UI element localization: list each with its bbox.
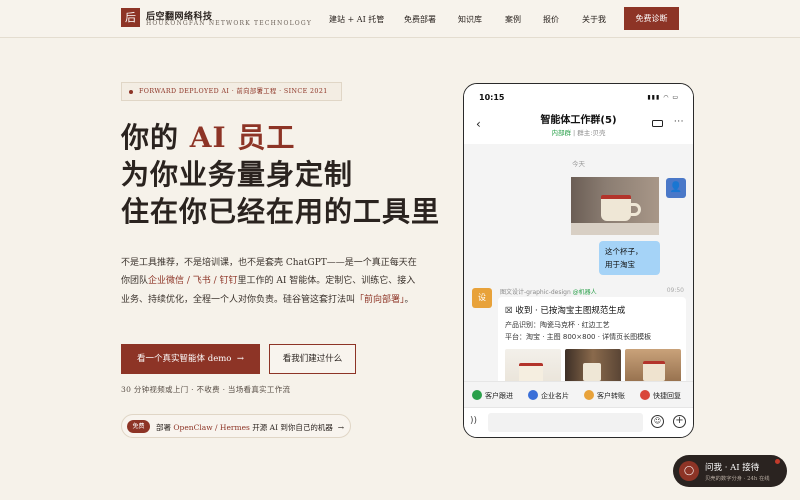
transfer-icon (584, 390, 594, 400)
chat-bubble-icon: ◯ (679, 461, 699, 481)
message-line: 用于淘宝 (605, 260, 635, 269)
free-tag: 免费 (127, 420, 150, 433)
user-avatar[interactable]: 👤 (666, 178, 686, 198)
pill-post: 开源 AI 到你自己的机器 (249, 423, 333, 432)
hero-description: 不是工具推荐，不是培训课，也不是套壳 ChatGPT——是一个真正每天在你团队企… (121, 254, 421, 309)
ai-chat-widget[interactable]: ◯ 问我 · AI 接待 贝壳的数字分身 · 24h 在线 (673, 455, 787, 487)
portfolio-button[interactable]: 看我们建过什么 (269, 344, 356, 374)
widget-title: 问我 · AI 接待 (705, 463, 760, 473)
quick-action-follow-up[interactable]: 客户跟进 (472, 390, 513, 401)
message-line: 这个杯子， (605, 247, 643, 256)
mug-illustration (583, 363, 601, 381)
more-icon[interactable]: ··· (674, 117, 684, 127)
mug-illustration (519, 363, 543, 383)
message-input[interactable] (488, 413, 643, 432)
video-call-icon[interactable] (652, 120, 663, 127)
status-icons: ▮▮▮ ◠ ▭ (647, 94, 679, 101)
hero-title-line1: 你的 AI 员工 (121, 120, 295, 156)
bot-reply-card: ☒ 收到 · 已按淘宝主图规范生成 产品识别：陶瓷马克杯 · 红边工艺 平台：淘… (498, 297, 686, 387)
brand-name-en: HOUKONGFAN NETWORK TECHNOLOGY (146, 20, 312, 27)
quick-reply-icon (640, 390, 650, 400)
status-time: 10:15 (479, 93, 505, 102)
chat-subtitle: 内部群 | 群主:贝壳 (464, 127, 693, 137)
notification-dot-icon (775, 459, 780, 464)
hero-title-line2: 为你业务量身定制 (121, 158, 354, 191)
badge-text: FORWARD DEPLOYED AI · 前向部署工程 · SINCE 202… (139, 88, 328, 95)
desc-highlight-tools: 企业微信 / 飞书 / 钉钉 (148, 276, 238, 287)
quick-action-transfer[interactable]: 客户转账 (584, 390, 625, 401)
nav-item-site-ai[interactable]: 建站 + AI 托管 (329, 14, 384, 25)
card-line-platform: 平台：淘宝 · 主图 800×800 · 详情页长图模板 (505, 333, 652, 341)
quick-action-business-card[interactable]: 企业名片 (528, 390, 569, 401)
bot-message-time: 09:50 (666, 287, 684, 294)
pill-text: 部署 OpenClaw / Hermes 开源 AI 到你自己的机器 → (156, 422, 344, 433)
quick-action-bar: 客户跟进 企业名片 客户转账 快捷回复 (464, 381, 693, 407)
business-card-icon (528, 390, 538, 400)
demo-button-label: 看一个真实智能体 demo (137, 354, 232, 364)
title-pre: 你的 (121, 121, 190, 154)
card-title: ☒ 收到 · 已按淘宝主图规范生成 (505, 306, 626, 316)
nav-item-free-deploy[interactable]: 免费部署 (404, 14, 436, 25)
bot-name-text: 图文设计-graphic-design (500, 289, 571, 296)
card-line-product: 产品识别：陶瓷马克杯 · 红边工艺 (505, 321, 610, 329)
chat-input-bar: )) ☺ + (464, 407, 693, 437)
mug-photo[interactable] (571, 177, 659, 235)
quick-action-label: 客户跟进 (485, 392, 513, 400)
chat-header: 10:15 ▮▮▮ ◠ ▭ ‹ 智能体工作群(5) 内部群 | 群主:贝壳 ··… (464, 84, 693, 144)
internal-group-label: 内部群 (551, 129, 571, 137)
pill-pre: 部署 (156, 423, 174, 432)
hero-badge: FORWARD DEPLOYED AI · 前向部署工程 · SINCE 202… (121, 82, 342, 101)
logo-icon[interactable]: 后 (121, 8, 140, 27)
bot-name: 图文设计-graphic-design @机器人 (500, 287, 597, 296)
title-accent: AI 员工 (189, 121, 296, 154)
widget-subtitle: 贝壳的数字分身 · 24h 在线 (705, 476, 770, 482)
desc-part: 。 (404, 294, 414, 305)
voice-icon[interactable]: )) (470, 416, 477, 426)
demo-button[interactable]: 看一个真实智能体 demo → (121, 344, 260, 374)
mug-handle (631, 203, 641, 216)
user-message-bubble: 这个杯子， 用于淘宝 (599, 241, 660, 275)
hero-title-line3: 住在你已经在用的工具里 (121, 195, 441, 228)
arrow-right-icon: → (337, 423, 345, 432)
emoji-icon[interactable]: ☺ (651, 415, 664, 428)
bot-tag: @机器人 (570, 289, 597, 296)
free-diagnosis-button[interactable]: 免费诊断 (624, 7, 679, 30)
date-divider: 今天 (572, 160, 585, 168)
follow-up-icon (472, 390, 482, 400)
plus-icon[interactable]: + (673, 415, 686, 428)
mug-illustration (643, 361, 665, 381)
site-header: 后 后空翻网络科技 HOUKONGFAN NETWORK TECHNOLOGY … (0, 0, 800, 38)
arrow-right-icon: → (236, 354, 244, 364)
table-surface (571, 223, 659, 235)
consult-note: 30 分钟视频或上门 · 不收费 · 当场看真实工作流 (121, 385, 291, 394)
nav-item-cases[interactable]: 案例 (505, 14, 521, 25)
quick-action-label: 企业名片 (541, 392, 569, 400)
phone-mockup: 10:15 ▮▮▮ ◠ ▭ ‹ 智能体工作群(5) 内部群 | 群主:贝壳 ··… (463, 83, 694, 438)
quick-action-quick-reply[interactable]: 快捷回复 (640, 390, 681, 401)
bot-avatar[interactable]: 设 (472, 288, 492, 308)
nav-item-knowledge[interactable]: 知识库 (458, 14, 482, 25)
mug-illustration (601, 195, 631, 221)
open-source-deploy-pill[interactable]: 免费 部署 OpenClaw / Hermes 开源 AI 到你自己的机器 → (121, 414, 351, 438)
desc-highlight-term: 「前向部署」 (355, 294, 405, 305)
nav-item-about[interactable]: 关于我 (582, 14, 606, 25)
quick-action-label: 快捷回复 (653, 392, 681, 400)
pill-highlight: OpenClaw / Hermes (173, 423, 250, 432)
badge-dot-icon (129, 90, 133, 94)
nav-item-pricing[interactable]: 报价 (543, 14, 559, 25)
quick-action-label: 客户转账 (597, 392, 625, 400)
group-owner-label: | 群主:贝壳 (570, 129, 606, 137)
